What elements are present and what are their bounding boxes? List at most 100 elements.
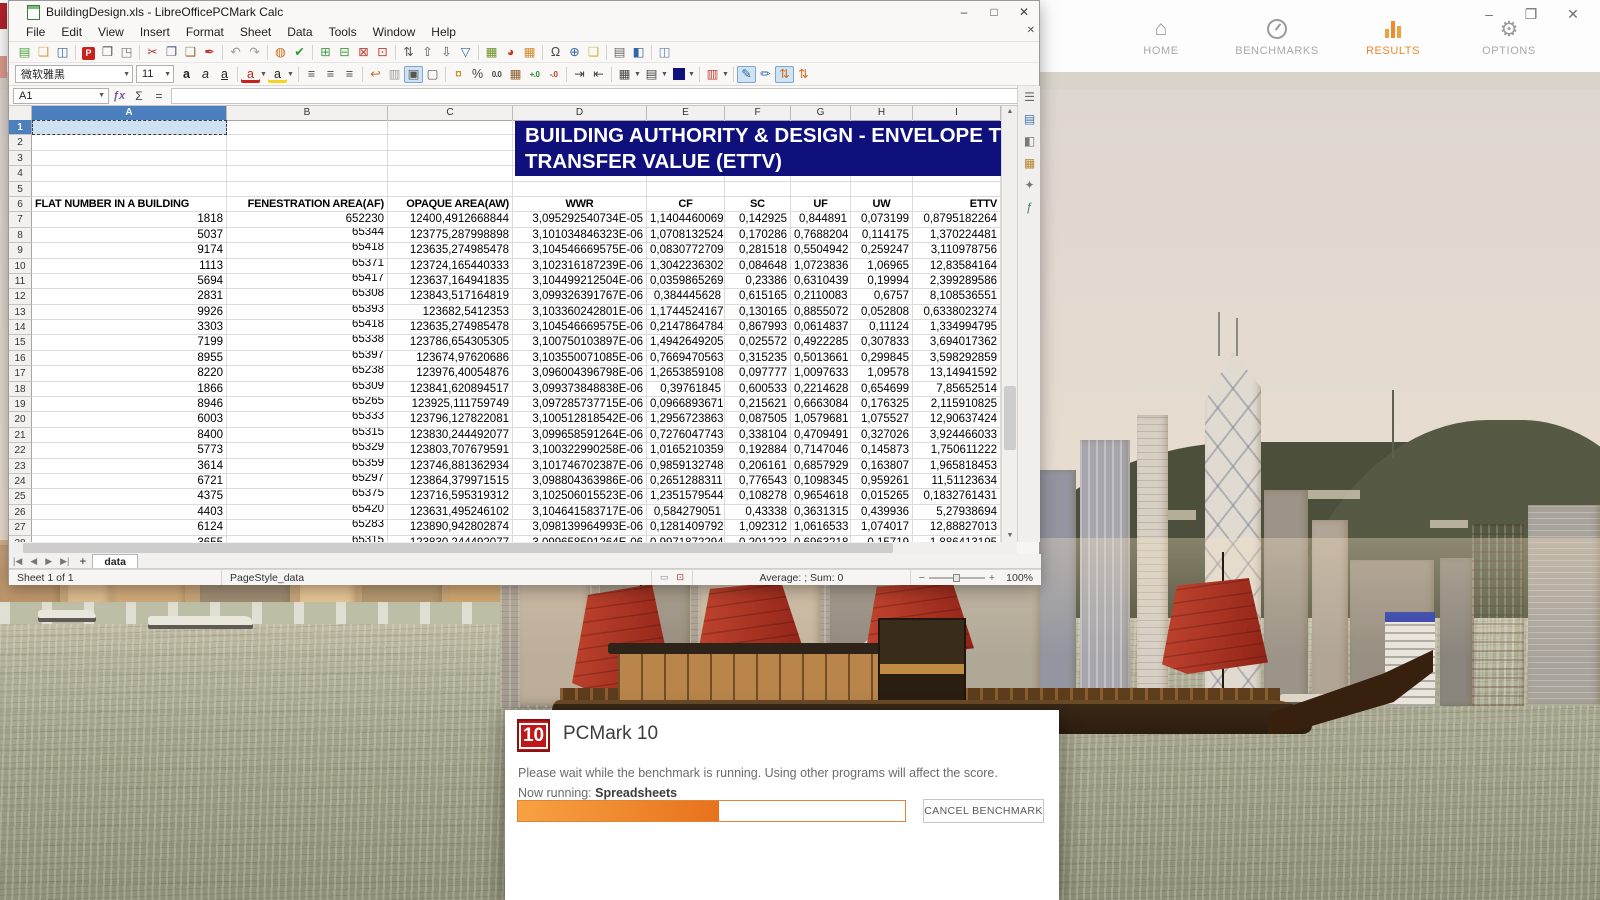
- cell-D10[interactable]: 3,102316187239E-06: [513, 259, 647, 274]
- chevron-down-icon[interactable]: ▼: [160, 71, 171, 78]
- cell-I10[interactable]: 12,83584164: [913, 259, 1001, 274]
- cell-F13[interactable]: 0,130165: [725, 305, 791, 320]
- row-header-25[interactable]: 25: [9, 489, 32, 504]
- cell-H15[interactable]: 0,307833: [851, 335, 913, 350]
- cell-G22[interactable]: 0,7147046: [791, 443, 851, 458]
- italic-icon[interactable]: a: [196, 66, 215, 83]
- cell-A14[interactable]: 3303: [32, 320, 227, 335]
- row-header-15[interactable]: 15: [9, 335, 32, 350]
- cell-E26[interactable]: 0,584279051: [647, 505, 725, 520]
- horizontal-scrollbar[interactable]: [9, 542, 1017, 554]
- cell-A16[interactable]: 8955: [32, 351, 227, 366]
- cell-B5[interactable]: [227, 182, 388, 197]
- sheet-nav-0[interactable]: |◀: [9, 556, 26, 567]
- row-header-23[interactable]: 23: [9, 459, 32, 474]
- cell-E9[interactable]: 0,0830772709: [647, 243, 725, 258]
- cell-C3[interactable]: [388, 151, 513, 166]
- cell-F22[interactable]: 0,192884: [725, 443, 791, 458]
- cell-H25[interactable]: 0,015265: [851, 489, 913, 504]
- cell-A23[interactable]: 3614: [32, 459, 227, 474]
- cell-G16[interactable]: 0,5013661: [791, 351, 851, 366]
- cell-A7[interactable]: 1818: [32, 212, 227, 227]
- row-header-18[interactable]: 18: [9, 382, 32, 397]
- cell-E16[interactable]: 0,7669470563: [647, 351, 725, 366]
- cell-I24[interactable]: 11,51123634: [913, 474, 1001, 489]
- navigator-icon[interactable]: ✦: [1018, 174, 1041, 196]
- pcmark-restore-button[interactable]: ❐: [1522, 6, 1540, 23]
- row-header-20[interactable]: 20: [9, 412, 32, 427]
- equals-icon[interactable]: =: [149, 89, 169, 103]
- cell-F5[interactable]: [725, 182, 791, 197]
- cell-C9[interactable]: 123635,274985478: [388, 243, 513, 258]
- autofilter-icon[interactable]: ▽: [456, 44, 475, 61]
- cell-B26[interactable]: 65420: [227, 505, 388, 520]
- cell-D21[interactable]: 3,099658591264E-06: [513, 428, 647, 443]
- cell-E10[interactable]: 1,3042236302: [647, 259, 725, 274]
- cell-D18[interactable]: 3,099373848838E-06: [513, 382, 647, 397]
- cell-F7[interactable]: 0,142925: [725, 212, 791, 227]
- row-header-21[interactable]: 21: [9, 428, 32, 443]
- delete-column-icon[interactable]: ⊡: [373, 44, 392, 61]
- cell-H10[interactable]: 1,06965: [851, 259, 913, 274]
- cell-C24[interactable]: 123864,379971515: [388, 474, 513, 489]
- chevron-down-icon[interactable]: ▼: [119, 71, 130, 78]
- calc-minimize-button[interactable]: –: [949, 5, 979, 19]
- undo-icon[interactable]: ↶: [226, 44, 245, 61]
- cell-B8[interactable]: 65344: [227, 228, 388, 243]
- cell-B9[interactable]: 65418: [227, 243, 388, 258]
- vertical-scrollbar[interactable]: ▲ ▼: [1001, 106, 1017, 542]
- column-header-C[interactable]: C: [388, 106, 513, 121]
- cell-C19[interactable]: 123925,111759749: [388, 397, 513, 412]
- cell-H26[interactable]: 0,439936: [851, 505, 913, 520]
- cell-D27[interactable]: 3,098139964993E-06: [513, 520, 647, 535]
- cell-I14[interactable]: 1,334994795: [913, 320, 1001, 335]
- row-header-22[interactable]: 22: [9, 443, 32, 458]
- cell-B17[interactable]: 65238: [227, 366, 388, 381]
- row-header-12[interactable]: 12: [9, 289, 32, 304]
- cell-B13[interactable]: 65393: [227, 305, 388, 320]
- cell-A27[interactable]: 6124: [32, 520, 227, 535]
- column-header-E[interactable]: E: [647, 106, 725, 121]
- zoom-slider-knob[interactable]: [953, 574, 960, 582]
- cell-C26[interactable]: 123631,495246102: [388, 505, 513, 520]
- cell-I17[interactable]: 13,14941592: [913, 366, 1001, 381]
- cell-A26[interactable]: 4403: [32, 505, 227, 520]
- chevron-down-icon[interactable]: ▼: [688, 71, 696, 78]
- cell-H11[interactable]: 0,19994: [851, 274, 913, 289]
- cell-H13[interactable]: 0,052808: [851, 305, 913, 320]
- cell-D12[interactable]: 3,099326391767E-06: [513, 289, 647, 304]
- conditional-format-icon[interactable]: ▥: [703, 66, 722, 83]
- cell-B1[interactable]: [227, 120, 388, 135]
- cell-E19[interactable]: 0,0966893671: [647, 397, 725, 412]
- cell-A25[interactable]: 4375: [32, 489, 227, 504]
- cell-G23[interactable]: 0,6857929: [791, 459, 851, 474]
- align-left-icon[interactable]: ≡: [302, 66, 321, 83]
- cell-E6[interactable]: CF: [647, 197, 725, 212]
- sheet-tab-data[interactable]: data: [92, 554, 138, 568]
- cell-A11[interactable]: 5694: [32, 274, 227, 289]
- cell-B24[interactable]: 65297: [227, 474, 388, 489]
- cell-A18[interactable]: 1866: [32, 382, 227, 397]
- cell-D22[interactable]: 3,100322990258E-06: [513, 443, 647, 458]
- cell-B12[interactable]: 65308: [227, 289, 388, 304]
- cell-G19[interactable]: 0,6663084: [791, 397, 851, 412]
- underline-icon[interactable]: a: [215, 66, 234, 83]
- cell-H24[interactable]: 0,959261: [851, 474, 913, 489]
- save-icon[interactable]: ◫: [53, 44, 72, 61]
- cell-F6[interactable]: SC: [725, 197, 791, 212]
- cell-G6[interactable]: UF: [791, 197, 851, 212]
- pcmark-nav-benchmarks[interactable]: BENCHMARKS: [1234, 16, 1320, 57]
- cell-C7[interactable]: 12400,4912668844: [388, 212, 513, 227]
- add-sheet-button[interactable]: +: [73, 554, 92, 568]
- cell-E25[interactable]: 1,2351579544: [647, 489, 725, 504]
- cell-C5[interactable]: [388, 182, 513, 197]
- row-header-8[interactable]: 8: [9, 228, 32, 243]
- column-header-A[interactable]: A: [32, 106, 227, 121]
- cell-D8[interactable]: 3,101034846323E-06: [513, 228, 647, 243]
- insert-column-icon[interactable]: ⊟: [335, 44, 354, 61]
- styles-icon[interactable]: ◧: [1018, 130, 1041, 152]
- cell-F16[interactable]: 0,315235: [725, 351, 791, 366]
- row-header-2[interactable]: 2: [9, 135, 32, 150]
- number-format-icon[interactable]: 0.0: [487, 66, 506, 83]
- cell-C14[interactable]: 123635,274985478: [388, 320, 513, 335]
